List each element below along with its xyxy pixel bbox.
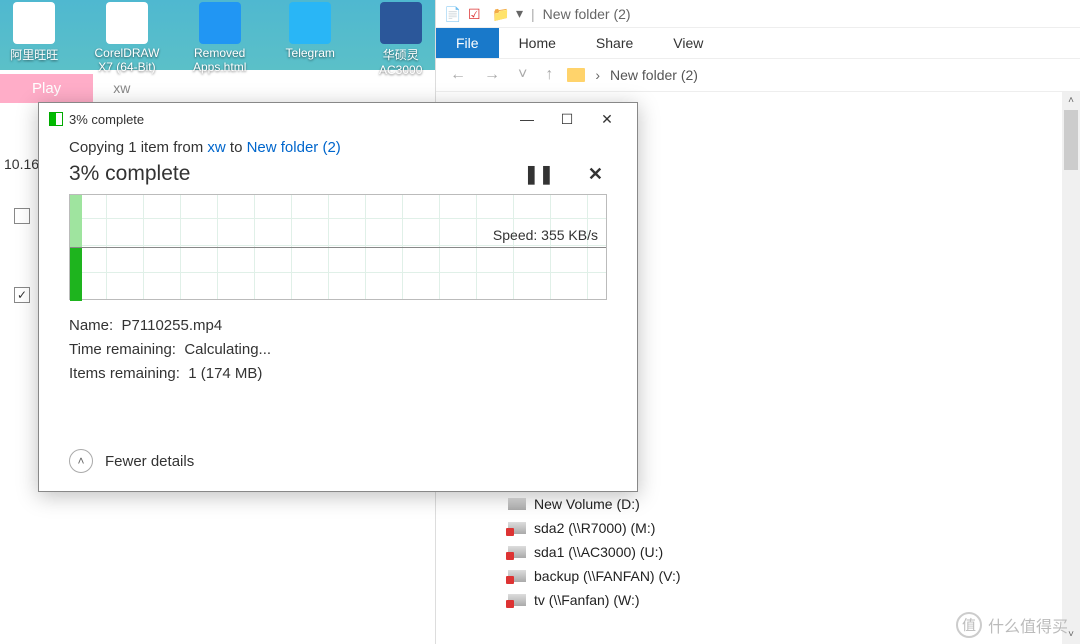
nav-up-icon[interactable]: ↑ — [541, 66, 557, 84]
copy-prefix: Copying 1 item from — [69, 139, 207, 156]
network-drive-icon — [508, 522, 526, 534]
telegram-icon — [289, 2, 331, 44]
graph-midline — [70, 247, 606, 248]
close-button[interactable]: ✕ — [587, 111, 627, 128]
minimize-button[interactable]: — — [507, 111, 547, 127]
desktop-shortcut-label: 华硕灵 AC3000 — [379, 48, 422, 77]
watermark: 值 什么值得买 — [956, 612, 1068, 638]
quick-access-overflow-icon[interactable]: ▾ — [516, 5, 523, 22]
tab-play[interactable]: Play — [0, 74, 93, 103]
network-drive-icon — [508, 546, 526, 558]
folder-icon — [567, 68, 585, 82]
meta-name-label: Name: — [69, 317, 113, 334]
speed-label: Speed: 355 KB/s — [493, 227, 598, 243]
network-drive-icon — [508, 570, 526, 582]
quick-access-new-icon[interactable]: 📄 — [444, 6, 460, 22]
copy-meta: Name: P7110255.mp4 Time remaining: Calcu… — [69, 314, 607, 386]
folder-icon: 📁 — [492, 6, 508, 22]
explorer-titlebar: 📄 ☑ 📁 ▾ | New folder (2) — [436, 0, 1080, 28]
drive-item[interactable]: tv (\\Fanfan) (W:) — [508, 588, 681, 612]
drive-item[interactable]: sda1 (\\AC3000) (U:) — [508, 540, 681, 564]
network-drive-icon — [508, 594, 526, 606]
desktop-shortcut-label: Removed Apps.html — [193, 46, 246, 74]
nav-forward-icon[interactable]: → — [480, 66, 504, 84]
word-icon — [380, 2, 422, 44]
watermark-text: 什么值得买 — [988, 613, 1068, 637]
copy-to-text: to — [226, 139, 247, 156]
drive-label: sda1 (\\AC3000) (U:) — [534, 544, 663, 560]
drive-label: tv (\\Fanfan) (W:) — [534, 592, 640, 608]
drive-label: New Volume (D:) — [534, 496, 640, 512]
chevron-up-icon: ˄ — [69, 449, 93, 473]
desktop-shortcut[interactable]: CorelDRAW X7 (64-Bit) — [95, 2, 160, 68]
fewer-details-toggle[interactable]: ˄ Fewer details — [69, 449, 194, 473]
copy-dest-link[interactable]: New folder (2) — [247, 139, 341, 156]
explorer-title: New folder (2) — [543, 6, 631, 22]
meta-name-value: P7110255.mp4 — [122, 317, 223, 334]
ribbon: File Home Share View — [436, 28, 1080, 58]
drive-item[interactable]: sda2 (\\R7000) (M:) — [508, 516, 681, 540]
watermark-icon: 值 — [956, 612, 982, 638]
quick-access-check-icon[interactable]: ☑ — [468, 6, 484, 22]
checkbox[interactable] — [14, 208, 30, 224]
wangwang-icon — [13, 2, 55, 44]
tab-xw[interactable]: xw — [93, 74, 150, 102]
checkbox[interactable] — [14, 287, 30, 303]
speed-graph: Speed: 355 KB/s — [69, 194, 607, 300]
html-file-icon — [199, 2, 241, 44]
copy-source-link[interactable]: xw — [207, 139, 225, 156]
explorer-nav-row: ← → ˅ ↑ › New folder (2) — [436, 58, 1080, 92]
meta-items-value: 1 (174 MB) — [188, 365, 262, 382]
desktop-shortcut[interactable]: 华硕灵 AC3000 — [370, 2, 431, 68]
app-tabs: Play xw — [0, 70, 150, 106]
copy-context-line: Copying 1 item from xw to New folder (2) — [69, 139, 607, 156]
desktop-shortcut[interactable]: Removed Apps.html — [189, 2, 250, 68]
copy-progress-icon — [49, 112, 63, 126]
meta-time-label: Time remaining: — [69, 341, 176, 358]
desktop-shortcut[interactable]: 阿里旺旺 — [4, 2, 65, 68]
ribbon-tab-file[interactable]: File — [436, 28, 499, 58]
copy-heading: 3% complete — [69, 162, 190, 186]
fewer-details-label: Fewer details — [105, 453, 194, 470]
coreldraw-icon — [106, 2, 148, 44]
drive-item[interactable]: New Volume (D:) — [508, 492, 681, 516]
meta-time-value: Calculating... — [184, 341, 271, 358]
nav-recent-icon[interactable]: ˅ — [514, 66, 531, 84]
graph-upper-bar — [70, 195, 82, 248]
drive-label: sda2 (\\R7000) (M:) — [534, 520, 655, 536]
desktop-shortcut-label: Telegram — [286, 46, 335, 60]
drive-list: New Volume (D:) sda2 (\\R7000) (M:) sda1… — [508, 492, 681, 612]
graph-lower-bar — [70, 248, 82, 301]
scrollbar-vertical[interactable]: ˄ ˅ — [1062, 92, 1080, 644]
desktop-shortcut[interactable]: Telegram — [280, 2, 341, 68]
nav-back-icon[interactable]: ← — [446, 66, 470, 84]
separator: | — [531, 6, 535, 22]
pause-button[interactable]: ❚❚ — [524, 164, 554, 185]
ribbon-tab-home[interactable]: Home — [499, 28, 576, 58]
maximize-button[interactable]: ☐ — [547, 111, 587, 128]
dialog-title-text: 3% complete — [69, 112, 144, 127]
breadcrumb-current[interactable]: New folder (2) — [610, 67, 698, 83]
ribbon-tab-share[interactable]: Share — [576, 28, 653, 58]
desktop-background: 阿里旺旺 CorelDRAW X7 (64-Bit) Removed Apps.… — [0, 0, 435, 70]
meta-items-label: Items remaining: — [69, 365, 180, 382]
scroll-up-icon[interactable]: ˄ — [1062, 92, 1080, 110]
desktop-shortcut-label: 阿里旺旺 — [10, 48, 58, 62]
scroll-thumb[interactable] — [1064, 110, 1078, 170]
dialog-titlebar[interactable]: 3% complete — ☐ ✕ — [39, 103, 637, 135]
drive-label: backup (\\FANFAN) (V:) — [534, 568, 681, 584]
drive-item[interactable]: backup (\\FANFAN) (V:) — [508, 564, 681, 588]
breadcrumb-separator-icon: › — [595, 67, 600, 83]
copy-progress-dialog: 3% complete — ☐ ✕ Copying 1 item from xw… — [38, 102, 638, 492]
ribbon-tab-view[interactable]: View — [653, 28, 723, 58]
cancel-button[interactable]: ✕ — [588, 164, 603, 185]
drive-icon — [508, 498, 526, 510]
